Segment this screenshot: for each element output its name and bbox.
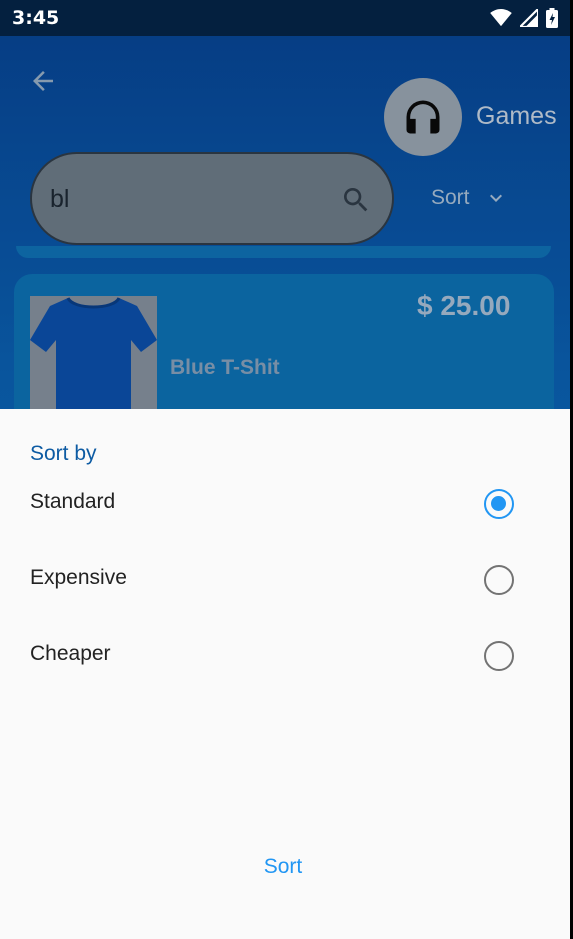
status-time: 3:45 [12, 7, 60, 29]
radio-unselected-icon[interactable] [484, 641, 514, 671]
radio-unselected-icon[interactable] [484, 565, 514, 595]
app-screen: Games Sort $ 25.00 Blue T-Shit 3:45 [0, 0, 570, 939]
sort-sheet-title: Sort by [30, 442, 97, 465]
sort-option-standard[interactable]: Standard [0, 474, 570, 534]
signal-icon [520, 9, 538, 27]
sort-apply-button[interactable]: Sort [233, 845, 333, 889]
sort-option-cheaper[interactable]: Cheaper [0, 626, 570, 686]
modal-scrim[interactable] [0, 0, 570, 409]
sort-option-label: Standard [30, 490, 116, 513]
battery-icon [546, 8, 558, 28]
wifi-icon [490, 9, 512, 27]
sort-option-label: Cheaper [30, 642, 111, 665]
sort-option-label: Expensive [30, 566, 127, 589]
sort-option-expensive[interactable]: Expensive [0, 550, 570, 610]
status-bar: 3:45 [0, 0, 570, 36]
radio-selected-icon[interactable] [484, 489, 514, 519]
